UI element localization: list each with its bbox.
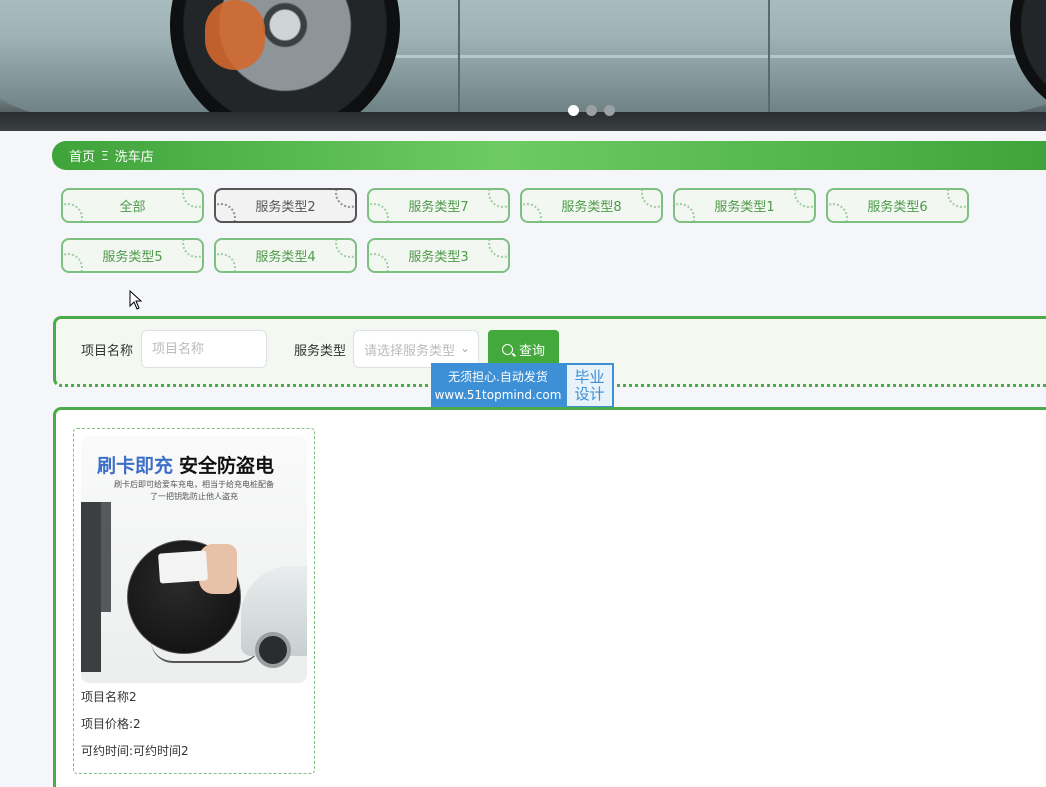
project-name-input[interactable] bbox=[141, 330, 267, 368]
decor-swirl bbox=[488, 190, 508, 208]
charger-pole bbox=[81, 502, 101, 672]
decor-swirl bbox=[828, 203, 848, 221]
car-crease bbox=[360, 55, 1046, 58]
category-service-type-3[interactable]: 服务类型3 bbox=[367, 238, 510, 273]
category-label: 服务类型2 bbox=[255, 200, 316, 215]
category-service-type-8[interactable]: 服务类型8 bbox=[520, 188, 663, 223]
ad-headline-black: 安全防盗电 bbox=[179, 455, 275, 477]
carousel-dot-3[interactable] bbox=[604, 105, 615, 116]
decor-swirl bbox=[182, 240, 202, 258]
watermark-right: 毕业 设计 bbox=[565, 363, 614, 408]
ad-headline-blue: 刷卡即充 bbox=[97, 455, 174, 477]
query-button-label: 查询 bbox=[519, 343, 546, 359]
decor-swirl bbox=[335, 190, 355, 208]
ad-subtitle-1: 刷卡后即可给爱车充电，相当于给充电桩配备 bbox=[114, 480, 274, 489]
category-label: 服务类型6 bbox=[867, 200, 928, 215]
mouse-cursor-icon bbox=[129, 290, 143, 310]
breadcrumb-current: 洗车店 bbox=[114, 150, 154, 165]
category-service-type-5[interactable]: 服务类型5 bbox=[61, 238, 204, 273]
ad-headline: 刷卡即充 安全防盗电 bbox=[97, 451, 274, 478]
decor-swirl bbox=[182, 190, 202, 208]
chevron-down-icon: ⌄ bbox=[459, 341, 470, 355]
watermark-badge: 无须担心.自动发货 www.51topmind.com 毕业 设计 bbox=[431, 363, 614, 408]
watermark-line2: www.51topmind.com bbox=[434, 387, 562, 402]
category-label: 服务类型5 bbox=[102, 250, 163, 265]
ad-subtitle-2: 了一把钥匙防止他人盗充 bbox=[150, 492, 238, 501]
category-label: 服务类型8 bbox=[561, 200, 622, 215]
service-type-placeholder: 请选择服务类型 bbox=[364, 343, 456, 359]
breadcrumb: 首页 Ξ 洗车店 bbox=[52, 141, 1046, 170]
decor-swirl bbox=[63, 203, 83, 221]
decor-swirl bbox=[216, 253, 236, 271]
car-door-line bbox=[458, 0, 460, 120]
breadcrumb-separator: Ξ bbox=[101, 148, 109, 163]
car-door-line bbox=[768, 0, 770, 120]
carousel-dot-2[interactable] bbox=[586, 105, 597, 116]
decor-swirl bbox=[488, 240, 508, 258]
category-label: 服务类型3 bbox=[408, 250, 469, 265]
breadcrumb-home[interactable]: 首页 bbox=[69, 146, 95, 165]
decor-swirl bbox=[522, 203, 542, 221]
category-service-type-2[interactable]: 服务类型2 bbox=[214, 188, 357, 223]
watermark-left: 无须担心.自动发货 www.51topmind.com bbox=[431, 363, 565, 408]
category-label: 服务类型1 bbox=[714, 200, 775, 215]
category-label: 全部 bbox=[119, 200, 146, 215]
car-brake-caliper bbox=[205, 0, 265, 70]
category-service-type-6[interactable]: 服务类型6 bbox=[826, 188, 969, 223]
item-time: 可约时间:可约时间2 bbox=[81, 744, 189, 758]
category-service-type-7[interactable]: 服务类型7 bbox=[367, 188, 510, 223]
decor-swirl bbox=[794, 190, 814, 208]
watermark-line1: 无须担心.自动发货 bbox=[448, 369, 548, 384]
car-wheel bbox=[255, 632, 291, 668]
project-name-label: 项目名称 bbox=[81, 344, 134, 359]
item-card[interactable]: 刷卡即充 安全防盗电 刷卡后即可给爱车充电，相当于给充电桩配备 了一把钥匙防止他人… bbox=[73, 428, 315, 774]
item-image: 刷卡即充 安全防盗电 刷卡后即可给爱车充电，相当于给充电桩配备 了一把钥匙防止他人… bbox=[81, 436, 307, 683]
decor-swirl bbox=[369, 253, 389, 271]
rfid-card bbox=[158, 550, 208, 584]
watermark-right1: 毕业 bbox=[574, 367, 605, 386]
banner-carousel[interactable] bbox=[0, 0, 1046, 131]
category-service-type-1[interactable]: 服务类型1 bbox=[673, 188, 816, 223]
decor-swirl bbox=[675, 203, 695, 221]
carousel-indicators bbox=[568, 105, 615, 116]
decor-swirl bbox=[369, 203, 389, 221]
watermark-right2: 设计 bbox=[574, 384, 605, 403]
decor-swirl bbox=[63, 253, 83, 271]
decor-swirl bbox=[947, 190, 967, 208]
item-name: 项目名称2 bbox=[81, 690, 137, 704]
decor-swirl bbox=[216, 203, 236, 221]
item-price: 项目价格:2 bbox=[81, 717, 141, 731]
decor-swirl bbox=[641, 190, 661, 208]
search-icon bbox=[502, 343, 513, 355]
banner-ground bbox=[0, 112, 1046, 131]
category-label: 服务类型4 bbox=[255, 250, 316, 265]
charger-pole bbox=[101, 502, 111, 612]
category-label: 服务类型7 bbox=[408, 200, 469, 215]
carousel-dot-1[interactable] bbox=[568, 105, 579, 116]
category-service-type-4[interactable]: 服务类型4 bbox=[214, 238, 357, 273]
decor-swirl bbox=[335, 240, 355, 258]
service-type-label: 服务类型 bbox=[294, 344, 347, 359]
category-all[interactable]: 全部 bbox=[61, 188, 204, 223]
